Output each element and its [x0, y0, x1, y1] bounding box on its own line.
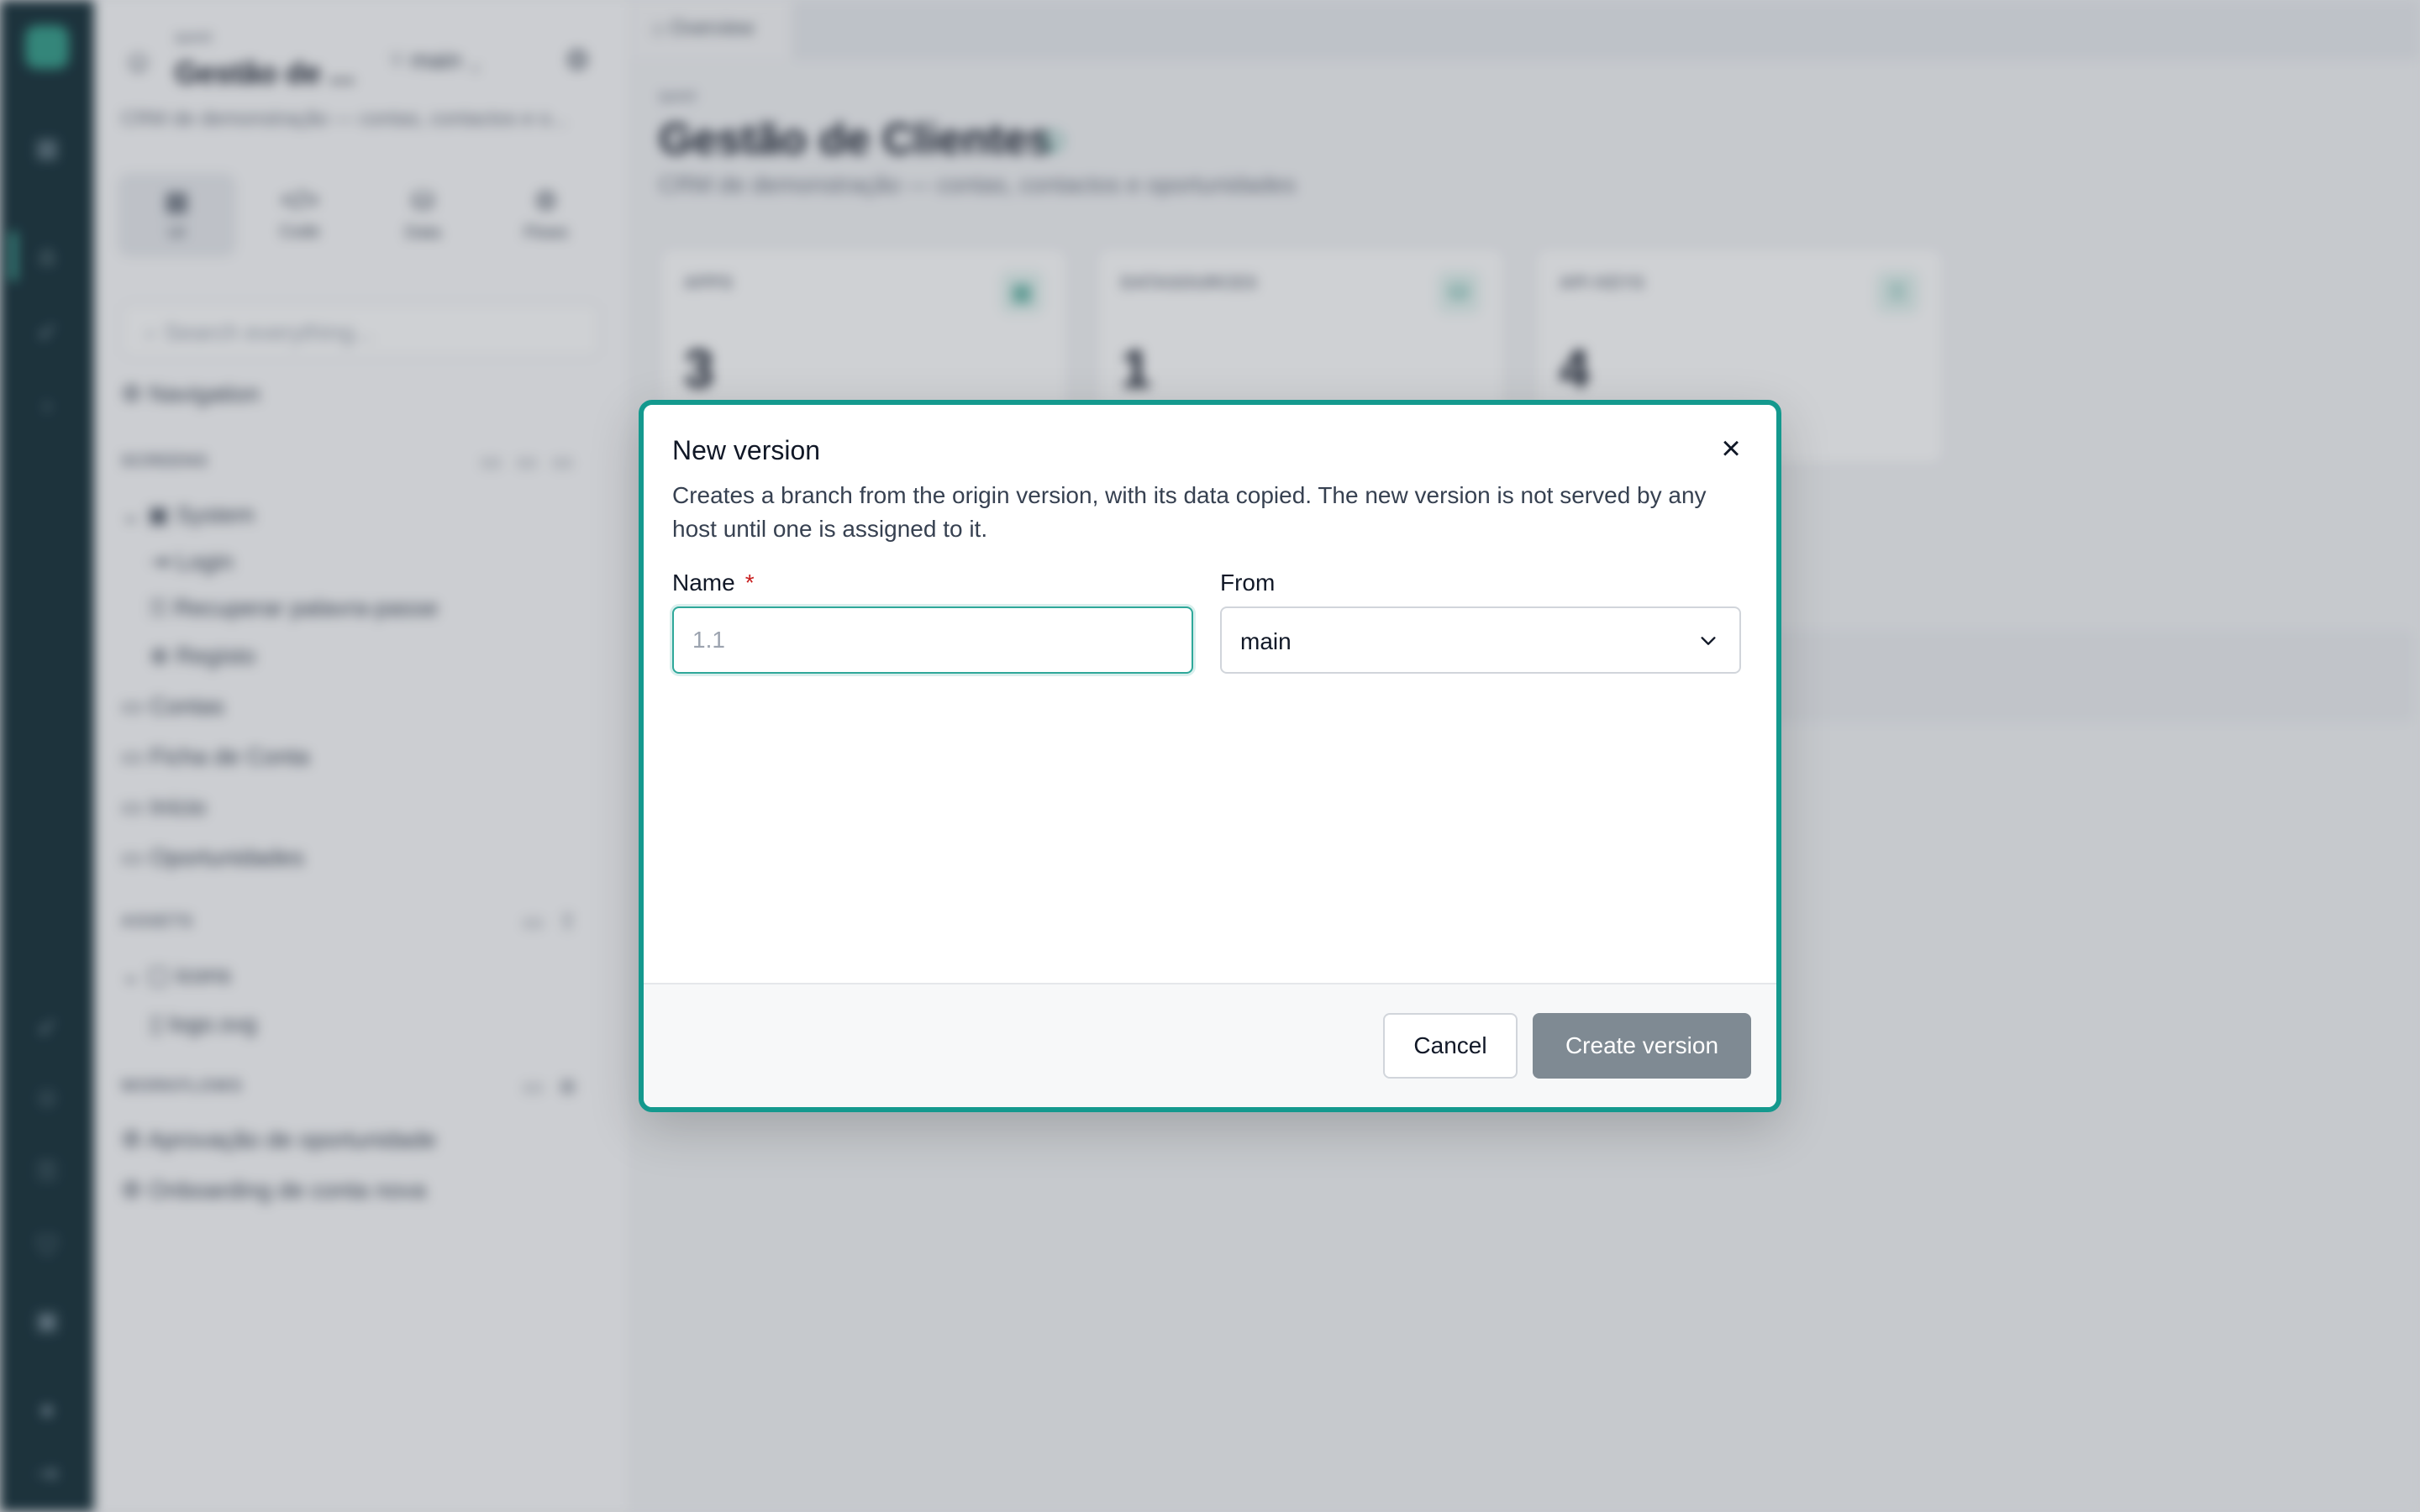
create-version-button[interactable]: Create version — [1533, 1013, 1751, 1079]
name-label-text: Name — [672, 570, 735, 596]
name-label: Name * — [672, 570, 755, 596]
cancel-button[interactable]: Cancel — [1383, 1013, 1518, 1079]
chevron-down-icon — [1701, 637, 1716, 645]
name-input[interactable] — [672, 606, 1193, 674]
close-icon[interactable]: × — [1714, 432, 1748, 465]
dialog-description: Creates a branch from the origin version… — [672, 482, 1707, 542]
from-label: From — [1220, 570, 1276, 596]
from-select[interactable]: main — [1220, 606, 1741, 674]
dialog-footer: Cancel Create version — [644, 983, 1776, 1107]
dialog-title: New version — [672, 435, 821, 465]
from-selected-value: main — [1240, 628, 1292, 654]
new-version-dialog: New version × Creates a branch from the … — [639, 400, 1781, 1112]
required-marker: * — [744, 570, 755, 596]
